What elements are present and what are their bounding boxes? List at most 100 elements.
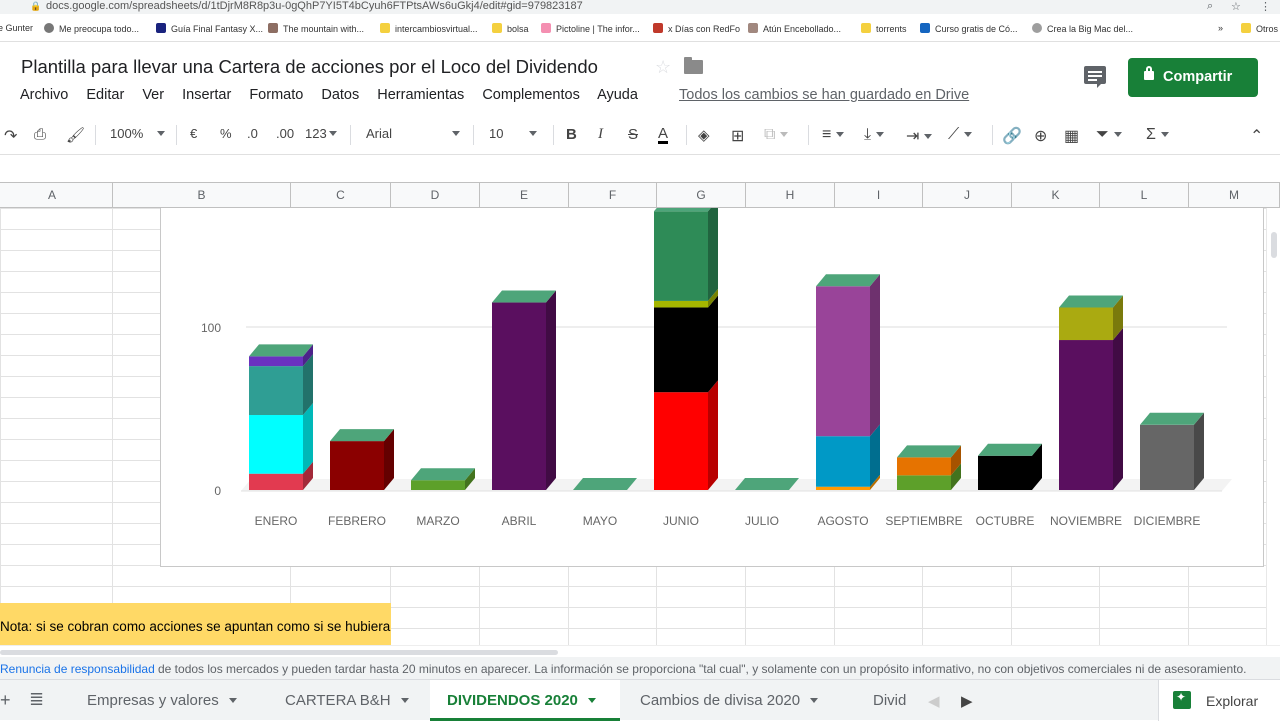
menu-datos[interactable]: Datos: [321, 87, 359, 103]
explore-button[interactable]: Explorar: [1158, 680, 1280, 721]
tab-dividendos-2020[interactable]: DIVIDENDOS 2020: [430, 680, 620, 721]
text-rotation-icon[interactable]: ⟋: [948, 126, 973, 144]
bookmark-item[interactable]: Otros: [1241, 23, 1278, 34]
column-header-m[interactable]: M: [1189, 183, 1280, 208]
saved-status-link[interactable]: Todos los cambios se han guardado en Dri…: [679, 87, 969, 103]
bookmark-item[interactable]: Me preocupa todo...: [44, 23, 139, 34]
bar-segment-front: [1059, 340, 1113, 490]
vertical-scrollbar[interactable]: [1266, 208, 1280, 645]
bookmark-item[interactable]: intercambiosvirtual...: [380, 23, 478, 34]
note-cell[interactable]: Nota: si se cobran como acciones se apun…: [0, 603, 391, 645]
bookmark-item[interactable]: Atún Encebollado...: [748, 23, 841, 34]
collapse-toolbar-icon[interactable]: ⌃: [1250, 126, 1263, 146]
increase-decimals-button[interactable]: .00: [276, 126, 294, 141]
column-header-f[interactable]: F: [569, 183, 657, 208]
bookmark-item[interactable]: Crea la Big Mac del...: [1032, 23, 1133, 34]
column-header-l[interactable]: L: [1100, 183, 1189, 208]
more-formats-select[interactable]: 123: [305, 126, 337, 141]
dividend-chart[interactable]: 0 100 ENERO FEBRERO MARZO ABRIL MAYO JUNIO JULIO…: [160, 199, 1264, 567]
bar-top-cap: [249, 344, 313, 357]
column-header-a[interactable]: A: [0, 183, 113, 208]
column-header-h[interactable]: H: [746, 183, 835, 208]
bookmark-star-icon[interactable]: ☆: [1231, 0, 1241, 13]
currency-format-button[interactable]: €: [190, 126, 197, 141]
menu-insertar[interactable]: Insertar: [182, 87, 231, 103]
zoom-icon[interactable]: ⌕: [1207, 0, 1213, 13]
disclaimer-link[interactable]: Renuncia de responsabilidad: [0, 662, 155, 676]
star-icon[interactable]: ☆: [655, 57, 671, 78]
column-header-i[interactable]: I: [835, 183, 923, 208]
bookmark-item[interactable]: Pictoline | The infor...: [541, 23, 640, 34]
folder-icon[interactable]: [684, 57, 703, 74]
menu-archivo[interactable]: Archivo: [20, 87, 68, 103]
paint-format-icon[interactable]: 🖌: [66, 126, 85, 144]
insert-comment-icon[interactable]: ⊕: [1034, 126, 1047, 146]
menu-herramientas[interactable]: Herramientas: [377, 87, 464, 103]
comments-icon[interactable]: [1084, 66, 1106, 88]
menu-ayuda[interactable]: Ayuda: [597, 87, 638, 103]
menu-formato[interactable]: Formato: [249, 87, 303, 103]
text-color-button[interactable]: A: [658, 126, 669, 144]
strikethrough-button[interactable]: S: [628, 126, 638, 143]
tab-cambios-de-divisa-2020[interactable]: Cambios de divisa 2020: [640, 680, 819, 721]
column-header-d[interactable]: D: [391, 183, 480, 208]
bold-button[interactable]: B: [566, 126, 577, 143]
menu-ver[interactable]: Ver: [142, 87, 164, 103]
browser-url-bar[interactable]: 🔒 docs.google.com/spreadsheets/d/1tDjrM8…: [0, 0, 1280, 14]
bookmark-item[interactable]: x Días con RedFo: [653, 23, 740, 34]
browser-menu-icon[interactable]: ⋮: [1260, 0, 1271, 13]
vertical-scrollbar-thumb[interactable]: [1271, 232, 1277, 258]
add-sheet-icon[interactable]: +: [0, 680, 11, 721]
percent-format-button[interactable]: %: [220, 126, 232, 141]
print-icon[interactable]: ⎙: [34, 126, 46, 143]
zoom-select[interactable]: 100%: [110, 126, 166, 141]
tab-cartera-bh[interactable]: CARTERA B&H: [285, 680, 409, 721]
url-text[interactable]: docs.google.com/spreadsheets/d/1tDjrM8R8…: [46, 0, 583, 12]
bookmark-item[interactable]: e Gunter: [0, 23, 33, 33]
bookmark-item[interactable]: The mountain with...: [268, 23, 364, 34]
font-family-select[interactable]: Arial: [366, 126, 461, 141]
menu-complementos[interactable]: Complementos: [482, 87, 580, 103]
redo-icon[interactable]: ↷: [4, 126, 17, 146]
merge-cells-icon[interactable]: ⧉: [764, 126, 789, 144]
insert-chart-icon[interactable]: ▦: [1064, 126, 1079, 146]
column-header-g[interactable]: G: [657, 183, 746, 208]
x-tick-label: ABRIL: [502, 514, 537, 528]
decrease-decimals-button[interactable]: .0: [247, 126, 258, 141]
menu-editar[interactable]: Editar: [86, 87, 124, 103]
bookmarks-bar: e Gunter Me preocupa todo... Guía Final …: [0, 14, 1280, 42]
functions-icon[interactable]: Σ: [1146, 126, 1169, 144]
column-header-j[interactable]: J: [923, 183, 1012, 208]
horizontal-scrollbar-thumb[interactable]: [0, 650, 558, 655]
font-size-select[interactable]: 10: [489, 126, 538, 141]
column-header-k[interactable]: K: [1012, 183, 1100, 208]
tab-empresas-y-valores[interactable]: Empresas y valores: [87, 680, 237, 721]
more-bookmarks-button[interactable]: »: [1218, 23, 1223, 33]
all-sheets-icon[interactable]: ≣: [29, 680, 44, 721]
bar-segment-front: [654, 211, 708, 301]
share-button[interactable]: Compartir: [1128, 58, 1258, 97]
bookmark-item[interactable]: bolsa: [492, 23, 529, 34]
column-header-c[interactable]: C: [291, 183, 391, 208]
bookmark-item[interactable]: torrents: [861, 23, 907, 34]
scroll-tabs-right-icon[interactable]: ▶: [961, 680, 973, 721]
tab-divid[interactable]: Divid: [873, 680, 906, 721]
borders-icon[interactable]: ⊞: [731, 126, 744, 146]
insert-link-icon[interactable]: 🔗: [1002, 126, 1022, 146]
scroll-tabs-left-icon[interactable]: ◀: [928, 680, 940, 721]
horizontal-scrollbar[interactable]: [0, 645, 1280, 657]
filter-icon[interactable]: ⏷: [1096, 126, 1122, 144]
horizontal-align-icon[interactable]: ≡: [822, 126, 845, 144]
formula-bar[interactable]: [0, 154, 1280, 183]
fill-color-icon[interactable]: ◈: [698, 126, 710, 144]
document-title[interactable]: Plantilla para llevar una Cartera de acc…: [21, 56, 598, 78]
column-header-b[interactable]: B: [113, 183, 291, 208]
column-header-e[interactable]: E: [480, 183, 569, 208]
bookmark-item[interactable]: Curso gratis de Có...: [920, 23, 1018, 34]
x-tick-label: FEBRERO: [328, 514, 386, 528]
bar-top-cap: [654, 199, 718, 212]
vertical-align-icon[interactable]: ⤓: [864, 126, 885, 144]
text-wrap-icon[interactable]: ⇥: [906, 126, 933, 146]
italic-button[interactable]: I: [598, 126, 603, 143]
bookmark-item[interactable]: Guía Final Fantasy X...: [156, 23, 263, 34]
